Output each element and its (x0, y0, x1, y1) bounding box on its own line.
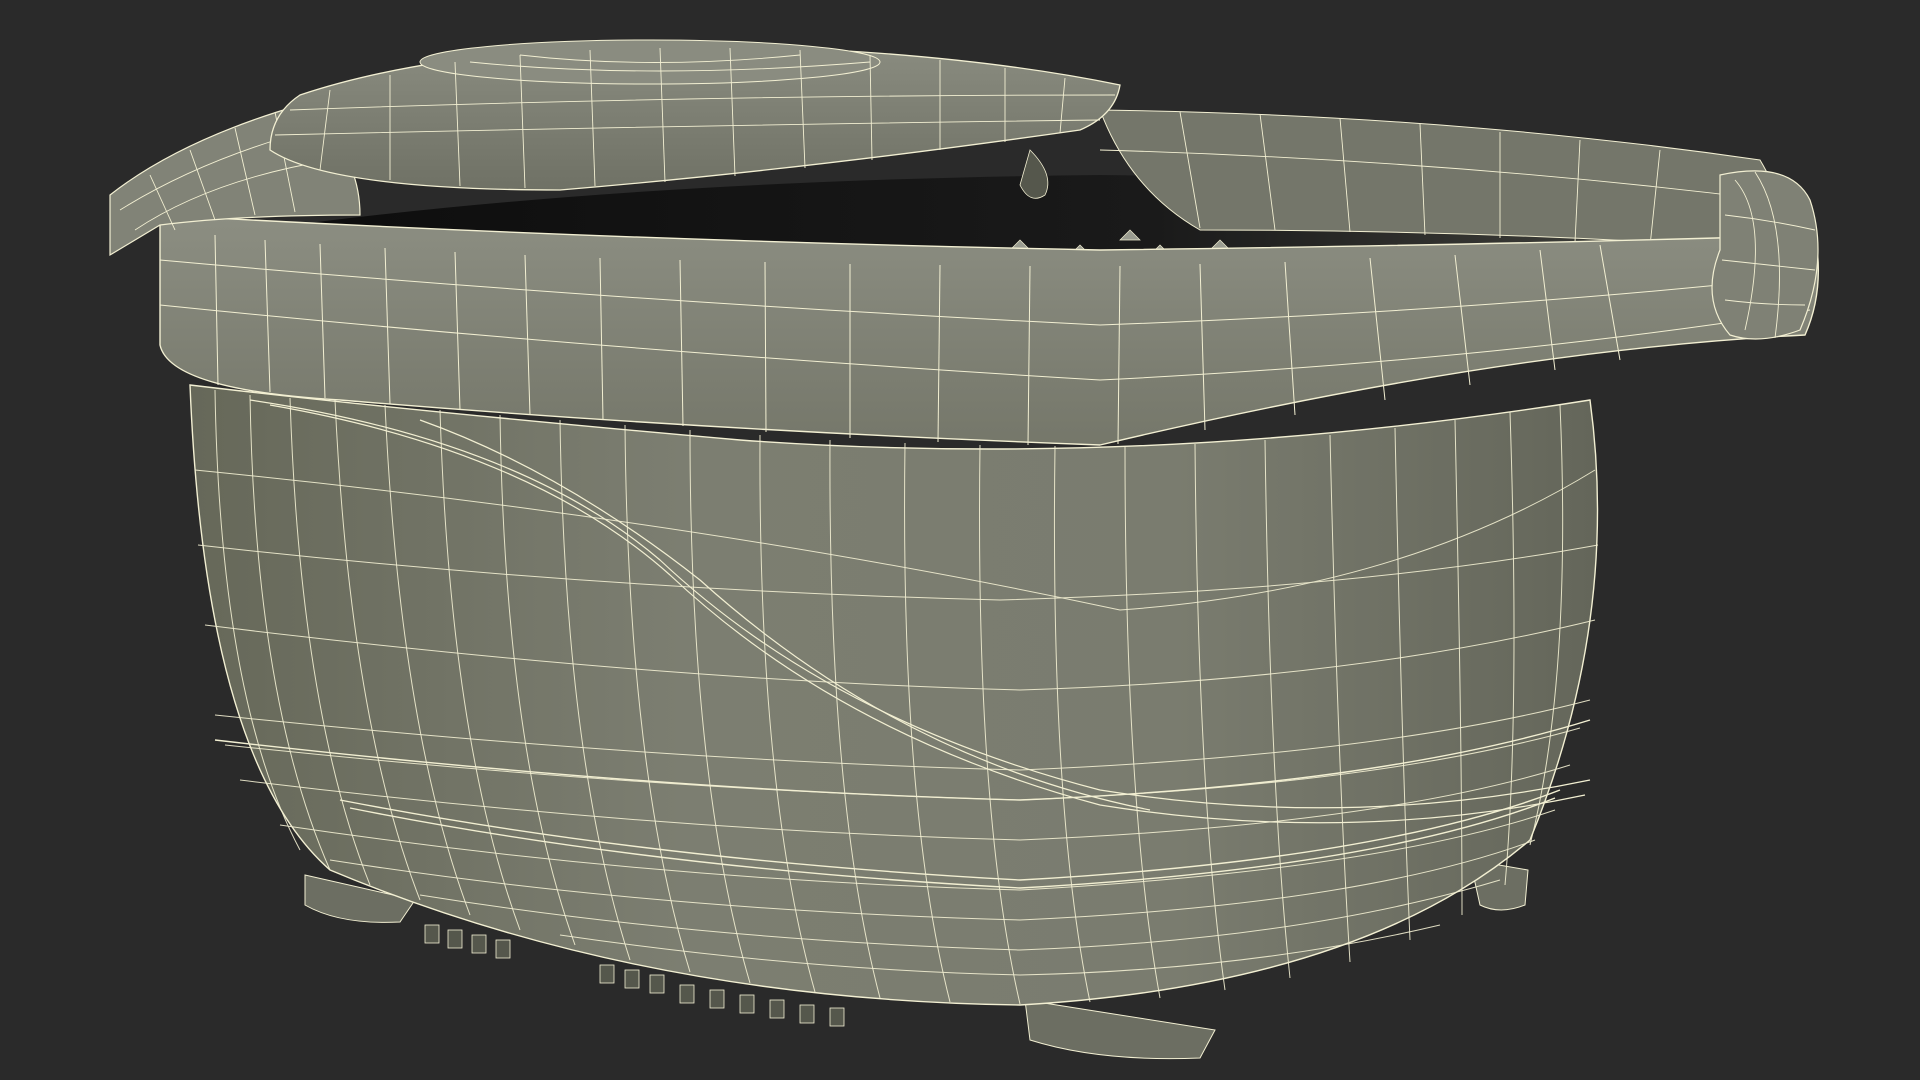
render-viewport (0, 0, 1920, 1080)
basin-lid (269, 39, 1121, 199)
basin-render (109, 39, 1820, 1060)
